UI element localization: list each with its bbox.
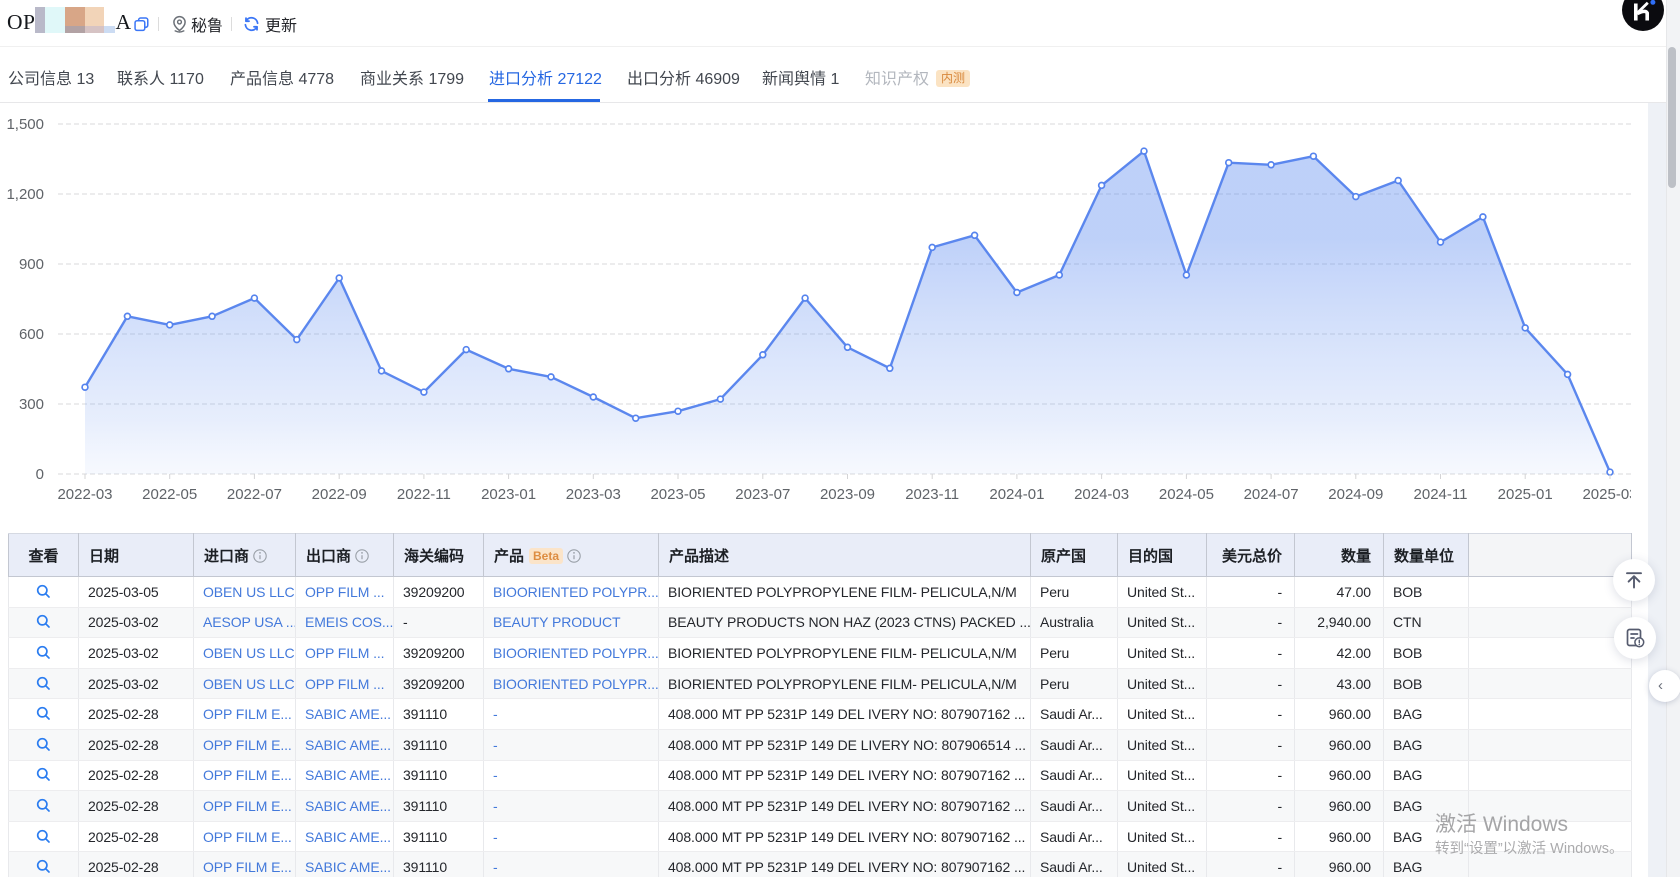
svg-text:2022-11: 2022-11 [397, 486, 451, 503]
svg-text:2023-05: 2023-05 [650, 486, 705, 503]
svg-text:1,500: 1,500 [6, 116, 44, 133]
svg-text:2024-01: 2024-01 [989, 486, 1044, 503]
svg-text:600: 600 [19, 326, 44, 343]
svg-text:1,200: 1,200 [6, 186, 44, 203]
svg-text:900: 900 [19, 256, 44, 273]
svg-text:300: 300 [19, 396, 44, 413]
svg-text:2025-03: 2025-03 [1582, 486, 1631, 503]
svg-text:2023-11: 2023-11 [905, 486, 959, 503]
svg-text:0: 0 [36, 466, 44, 483]
svg-text:2023-09: 2023-09 [820, 486, 875, 503]
svg-text:2023-07: 2023-07 [735, 486, 790, 503]
svg-text:2023-01: 2023-01 [481, 486, 536, 503]
svg-text:2024-03: 2024-03 [1074, 486, 1129, 503]
svg-text:2022-07: 2022-07 [227, 486, 282, 503]
svg-text:2022-09: 2022-09 [312, 486, 367, 503]
svg-text:2022-03: 2022-03 [57, 486, 112, 503]
svg-text:2024-11: 2024-11 [1414, 486, 1468, 503]
svg-text:2023-03: 2023-03 [566, 486, 621, 503]
svg-text:2024-05: 2024-05 [1159, 486, 1214, 503]
svg-text:2024-07: 2024-07 [1244, 486, 1299, 503]
svg-text:2022-05: 2022-05 [142, 486, 197, 503]
svg-text:2024-09: 2024-09 [1328, 486, 1383, 503]
svg-text:2025-01: 2025-01 [1498, 486, 1553, 503]
